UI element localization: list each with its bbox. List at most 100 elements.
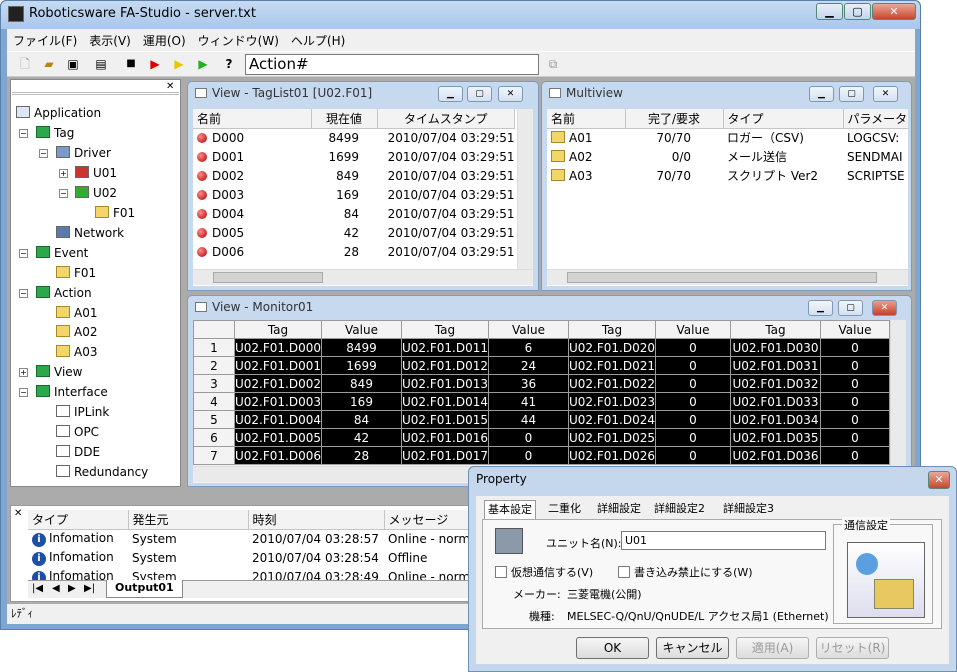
table-row[interactable]: D006 28 2010/07/04 03:29:51 xyxy=(193,242,515,261)
horizontal-scrollbar[interactable] xyxy=(193,269,533,285)
table-row[interactable]: D003 169 2010/07/04 03:29:51 xyxy=(193,185,515,204)
horizontal-scrollbar[interactable] xyxy=(547,269,908,285)
tree-item-opc[interactable]: OPC xyxy=(56,423,99,441)
tree-item-tag[interactable]: Tag xyxy=(36,124,74,142)
column-header[interactable]: Tag xyxy=(730,320,821,339)
table-row[interactable]: 2 U02.F01.D001 1699 U02.F01.D012 24 U02.F01.D… xyxy=(193,356,890,375)
column-header[interactable]: 名前 xyxy=(193,109,312,129)
collapse-icon[interactable]: − xyxy=(19,388,28,397)
tree-item-application[interactable]: Application xyxy=(16,104,101,122)
tree-item-redundancy[interactable]: Redundancy xyxy=(56,463,148,481)
run-yellow-icon[interactable]: ▶ xyxy=(171,56,187,72)
tree-item-a01[interactable]: A01 xyxy=(56,304,97,322)
tree-item-dde[interactable]: DDE xyxy=(56,443,100,461)
dialog-close-button[interactable]: ✕ xyxy=(928,471,950,489)
column-header[interactable]: 完了/要求 xyxy=(625,109,724,129)
column-header[interactable]: 現在値 xyxy=(311,109,378,129)
virtual-comm-checkbox[interactable]: 仮想通信する(V) xyxy=(495,564,593,580)
table-row[interactable]: D004 84 2010/07/04 03:29:51 xyxy=(193,204,515,223)
table-row[interactable]: i Infomation System 2010/07/04 03:28:57 Onli… xyxy=(28,529,478,548)
menu-file[interactable]: ファイル(F) xyxy=(7,29,83,52)
ok-button[interactable]: OK xyxy=(576,637,649,659)
maximize-button[interactable]: ▢ xyxy=(844,3,871,20)
column-header[interactable]: タイプ xyxy=(723,109,844,129)
reset-button[interactable]: リセット(R) xyxy=(816,637,889,659)
close-button[interactable]: ✕ xyxy=(498,86,523,102)
tab-redundancy[interactable]: 二重化 xyxy=(545,500,584,519)
tree-item-event-f01[interactable]: F01 xyxy=(56,264,96,282)
minimize-button[interactable]: ▁ xyxy=(808,300,833,316)
table-row[interactable]: D001 1699 2010/07/04 03:29:51 xyxy=(193,147,515,166)
close-icon[interactable]: ✕ xyxy=(14,508,22,519)
tab-output01[interactable]: Output01 xyxy=(106,580,183,598)
tab-detail3[interactable]: 詳細設定3 xyxy=(720,500,777,519)
expand-icon[interactable]: + xyxy=(59,169,68,178)
tab-detail2[interactable]: 詳細設定2 xyxy=(651,500,708,519)
collapse-icon[interactable]: − xyxy=(19,289,28,298)
tree-item-a03[interactable]: A03 xyxy=(56,343,97,361)
open-folder-icon[interactable]: ▰ xyxy=(41,56,57,72)
column-header[interactable]: メッセージ xyxy=(384,510,478,530)
close-icon[interactable]: ✕ xyxy=(166,81,174,92)
column-header[interactable]: タイプ xyxy=(28,510,129,530)
menu-window[interactable]: ウィンドウ(W) xyxy=(192,29,285,52)
collapse-icon[interactable]: − xyxy=(19,129,28,138)
close-button[interactable]: ✕ xyxy=(872,3,916,20)
restore-button[interactable]: ▢ xyxy=(839,86,864,102)
column-header[interactable]: 発生元 xyxy=(128,510,249,530)
copy-icon[interactable]: ⧉ xyxy=(545,56,561,72)
tree-item-interface[interactable]: Interface xyxy=(36,383,108,401)
scroll-thumb[interactable] xyxy=(567,272,877,283)
restore-button[interactable]: ▢ xyxy=(467,86,492,102)
tree-item-a02[interactable]: A02 xyxy=(56,323,97,341)
apply-button[interactable]: 適用(A) xyxy=(736,637,809,659)
column-header[interactable]: Value xyxy=(655,320,731,339)
column-header[interactable]: Tag xyxy=(401,320,489,339)
table-row[interactable]: 5 U02.F01.D004 84 U02.F01.D015 44 U02.F01.D02… xyxy=(193,410,890,429)
menu-operation[interactable]: 運用(O) xyxy=(137,29,192,52)
unit-name-input[interactable]: U01 xyxy=(621,531,826,550)
column-header[interactable]: Value xyxy=(820,320,890,339)
column-header[interactable]: 名前 xyxy=(547,109,626,129)
vertical-scrollbar[interactable] xyxy=(890,320,906,466)
collapse-icon[interactable]: − xyxy=(19,249,28,258)
tree-item-event[interactable]: Event xyxy=(36,244,88,262)
table-row[interactable]: D005 42 2010/07/04 03:29:51 xyxy=(193,223,515,242)
table-row[interactable]: A02 0/0 メール送信 SENDMAI xyxy=(547,147,908,166)
close-button[interactable]: ✕ xyxy=(873,86,898,102)
minimize-button[interactable]: ▁ xyxy=(816,3,843,20)
tree-item-u02[interactable]: U02 xyxy=(75,184,117,202)
comm-settings-button[interactable] xyxy=(847,542,925,618)
tree-item-f01[interactable]: F01 xyxy=(95,204,135,222)
table-row[interactable]: 4 U02.F01.D003 169 U02.F01.D014 41 U02.F01.D0… xyxy=(193,392,890,411)
minimize-button[interactable]: ▁ xyxy=(438,86,463,102)
next-page-icon[interactable]: ▶ xyxy=(68,583,76,594)
table-row[interactable]: A01 70/70 ロガー（CSV) LOGCSV: xyxy=(547,128,908,147)
scroll-thumb[interactable] xyxy=(213,272,323,283)
column-header[interactable]: タイムスタンプ xyxy=(377,109,515,129)
tree-item-u01[interactable]: U01 xyxy=(75,164,117,182)
table-row[interactable]: 1 U02.F01.D000 8499 U02.F01.D011 6 U02.F01.D0… xyxy=(193,338,890,357)
column-header[interactable]: Value xyxy=(321,320,402,339)
collapse-icon[interactable]: − xyxy=(59,189,68,198)
menu-view[interactable]: 表示(V) xyxy=(83,29,137,52)
tree-item-action[interactable]: Action xyxy=(36,284,92,302)
table-row[interactable]: 6 U02.F01.D005 42 U02.F01.D016 0 U02.F01.D025… xyxy=(193,428,890,447)
cancel-button[interactable]: キャンセル xyxy=(656,637,729,659)
run-red-icon[interactable]: ▶ xyxy=(147,56,163,72)
minimize-button[interactable]: ▁ xyxy=(809,86,834,102)
vertical-scrollbar[interactable] xyxy=(517,109,533,269)
action-input[interactable]: Action# xyxy=(245,54,539,75)
tree-item-view[interactable]: View xyxy=(36,363,82,381)
properties-icon[interactable]: ▤ xyxy=(93,56,109,72)
prev-page-icon[interactable]: ◀ xyxy=(52,583,60,594)
column-header[interactable]: 時刻 xyxy=(248,510,385,530)
write-protect-checkbox[interactable]: 書き込み禁止にする(W) xyxy=(618,564,753,580)
table-row[interactable]: D002 849 2010/07/04 03:29:51 xyxy=(193,166,515,185)
table-row[interactable]: 3 U02.F01.D002 849 U02.F01.D013 36 U02.F01.D0… xyxy=(193,374,890,393)
tree-item-network[interactable]: Network xyxy=(56,224,124,242)
expand-icon[interactable]: + xyxy=(19,368,28,377)
column-header[interactable]: Value xyxy=(488,320,569,339)
table-row[interactable]: A03 70/70 スクリプト Ver2 SCRIPTSE xyxy=(547,166,908,185)
collapse-icon[interactable]: − xyxy=(39,149,48,158)
